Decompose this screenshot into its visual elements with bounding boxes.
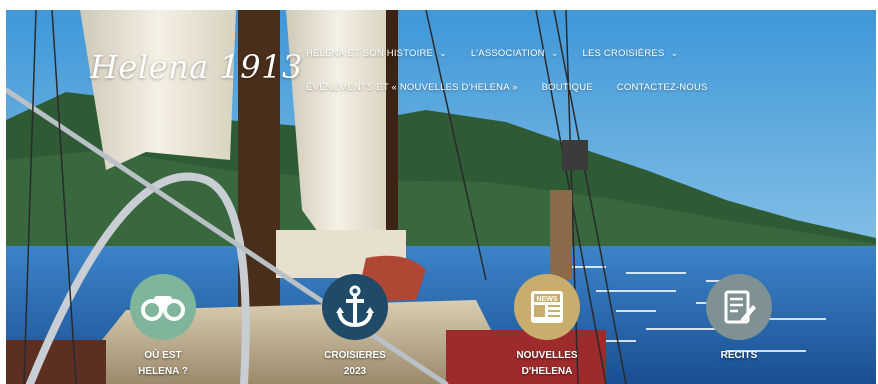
feature-label: RECITS	[684, 348, 794, 364]
nav-item-evenements[interactable]: ÉVÉNEMENTS ET « NOUVELLES D'HELENA »	[306, 82, 518, 93]
feature-circle[interactable]	[322, 274, 388, 340]
feature-croisieres-2023[interactable]: CROISIERES 2023	[300, 274, 410, 380]
feature-circle[interactable]: NEWS	[514, 274, 580, 340]
nav-row-secondary: ÉVÉNEMENTS ET « NOUVELLES D'HELENA » BOU…	[306, 70, 746, 104]
nav-item-croisieres[interactable]: LES CROISIÈRES ⌄	[582, 48, 678, 59]
hero-banner: Helena 1913 HELENA ET SON HISTOIRE ⌄ L'A…	[6, 10, 876, 384]
site-logo[interactable]: Helena 1913	[90, 48, 303, 86]
newspaper-icon: NEWS	[531, 291, 563, 323]
nav-label: LES CROISIÈRES	[582, 47, 665, 59]
chevron-down-icon: ⌄	[439, 47, 447, 58]
nav-label: CONTACTEZ-NOUS	[616, 81, 708, 93]
nav-item-helena-histoire[interactable]: HELENA ET SON HISTOIRE ⌄	[306, 48, 447, 59]
feature-label: NOUVELLES D'HELENA	[492, 348, 602, 380]
feature-nouvelles-helena[interactable]: NEWS NOUVELLES D'HELENA	[492, 274, 602, 380]
feature-label-line2: D'HELENA	[521, 366, 573, 377]
feature-label-line2: HELENA ?	[138, 366, 188, 377]
chevron-down-icon: ⌄	[550, 47, 559, 58]
nav-row-primary: HELENA ET SON HISTOIRE ⌄ L'ASSOCIATION ⌄…	[306, 36, 746, 70]
feature-ou-est-helena[interactable]: OÙ EST HELENA ?	[108, 274, 218, 380]
feature-label-line2: 2023	[343, 366, 367, 377]
feature-recits[interactable]: RECITS	[684, 274, 794, 364]
nav-label: BOUTIQUE	[541, 81, 593, 93]
feature-circle[interactable]	[130, 274, 196, 340]
feature-label-line1: OÙ EST	[144, 350, 182, 361]
chevron-down-icon: ⌄	[670, 47, 679, 58]
nav-label: ÉVÉNEMENTS ET « NOUVELLES D'HELENA »	[306, 81, 518, 93]
anchor-icon	[336, 285, 374, 328]
binoculars-icon	[141, 296, 185, 321]
main-navigation: HELENA ET SON HISTOIRE ⌄ L'ASSOCIATION ⌄…	[306, 36, 746, 104]
feature-label-line1: CROISIERES	[324, 350, 386, 361]
svg-text:NEWS: NEWS	[537, 296, 558, 303]
nav-item-boutique[interactable]: BOUTIQUE	[542, 82, 593, 93]
feature-label: OÙ EST HELENA ?	[108, 348, 218, 380]
document-pen-icon	[724, 290, 756, 324]
feature-label-line1: NOUVELLES	[516, 350, 578, 361]
nav-label: HELENA ET SON HISTOIRE	[306, 47, 434, 59]
feature-circle[interactable]	[706, 274, 772, 340]
nav-label: L'ASSOCIATION	[470, 47, 545, 59]
nav-item-association[interactable]: L'ASSOCIATION ⌄	[471, 48, 559, 59]
feature-label-line1: RECITS	[720, 350, 758, 361]
nav-item-contact[interactable]: CONTACTEZ-NOUS	[617, 82, 708, 93]
feature-label: CROISIERES 2023	[300, 348, 410, 380]
